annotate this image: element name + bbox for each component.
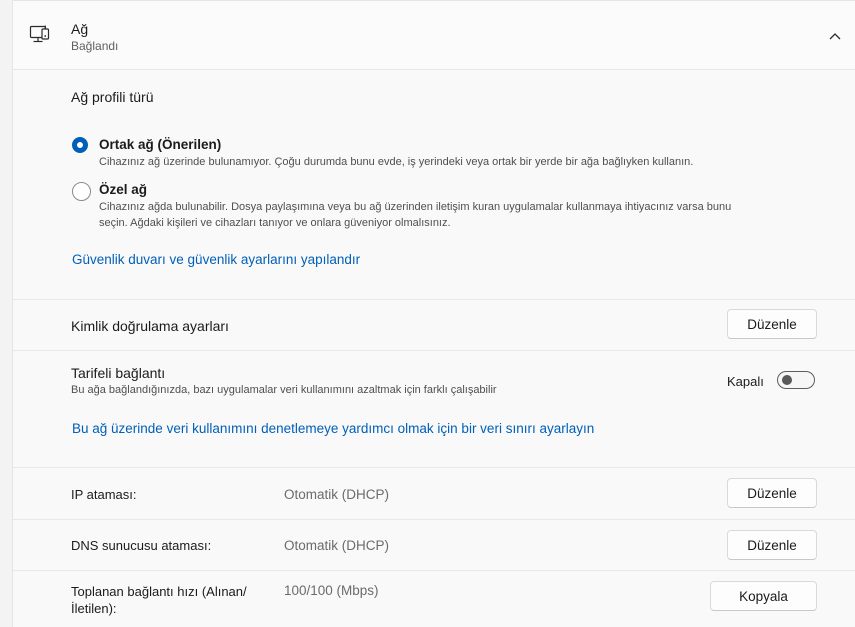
- copy-button[interactable]: Kopyala: [710, 581, 817, 611]
- network-monitor-icon: [29, 25, 50, 43]
- data-limit-link[interactable]: Bu ağ üzerinde veri kullanımını denetlem…: [72, 421, 594, 436]
- ip-edit-button[interactable]: Düzenle: [727, 478, 817, 508]
- dns-assignment-row: DNS sunucusu ataması: Otomatik (DHCP) Dü…: [13, 520, 855, 570]
- firewall-settings-link[interactable]: Güvenlik duvarı ve güvenlik ayarlarını y…: [72, 252, 360, 267]
- ip-assignment-label: IP ataması:: [71, 487, 137, 502]
- metered-description: Bu ağa bağlandığınızda, bazı uygulamalar…: [71, 384, 497, 396]
- option-private-description-2: seçin. Ağdaki kişileri ve cihazları tanı…: [99, 217, 451, 229]
- auth-settings-label: Kimlik doğrulama ayarları: [71, 318, 229, 334]
- ip-assignment-value: Otomatik (DHCP): [284, 487, 390, 502]
- dns-assignment-label: DNS sunucusu ataması:: [71, 538, 212, 553]
- ip-assignment-row: IP ataması: Otomatik (DHCP) Düzenle: [13, 468, 855, 519]
- page-title: Ağ: [71, 21, 89, 37]
- auth-edit-button[interactable]: Düzenle: [727, 309, 817, 339]
- radio-private-network[interactable]: [72, 182, 91, 201]
- option-private-label[interactable]: Özel ağ: [99, 182, 147, 197]
- metered-state-label: Kapalı: [727, 374, 764, 389]
- link-speed-row: Toplanan bağlantı hızı (Alınan/ İletilen…: [13, 571, 855, 627]
- toggle-knob: [782, 375, 792, 385]
- metered-toggle[interactable]: [777, 371, 815, 389]
- metered-label: Tarifeli bağlantı: [71, 365, 166, 381]
- network-settings-panel: Ağ Bağlandı Ağ profili türü Ortak ağ (Ön…: [12, 0, 855, 627]
- network-header[interactable]: Ağ Bağlandı: [13, 1, 855, 70]
- profile-heading: Ağ profili türü: [71, 89, 154, 105]
- connection-status: Bağlandı: [71, 39, 119, 53]
- option-public-description: Cihazınız ağ üzerinde bulunamıyor. Çoğu …: [99, 156, 694, 168]
- auth-settings-row: Kimlik doğrulama ayarları Düzenle: [13, 300, 855, 350]
- link-speed-label-2: İletilen):: [71, 601, 117, 616]
- link-speed-value: 100/100 (Mbps): [284, 583, 379, 598]
- option-public-label[interactable]: Ortak ağ (Önerilen): [99, 137, 221, 152]
- option-private-description-1: Cihazınız ağda bulunabilir. Dosya paylaş…: [99, 201, 732, 213]
- dns-assignment-value: Otomatik (DHCP): [284, 538, 390, 553]
- metered-connection-section: Tarifeli bağlantı Bu ağa bağlandığınızda…: [13, 351, 855, 467]
- network-profile-section: Ağ profili türü Ortak ağ (Önerilen) Ciha…: [13, 70, 855, 299]
- dns-edit-button[interactable]: Düzenle: [727, 530, 817, 560]
- link-speed-label-1: Toplanan bağlantı hızı (Alınan/: [71, 584, 247, 599]
- radio-public-network[interactable]: [72, 137, 88, 153]
- chevron-up-icon[interactable]: [827, 29, 843, 43]
